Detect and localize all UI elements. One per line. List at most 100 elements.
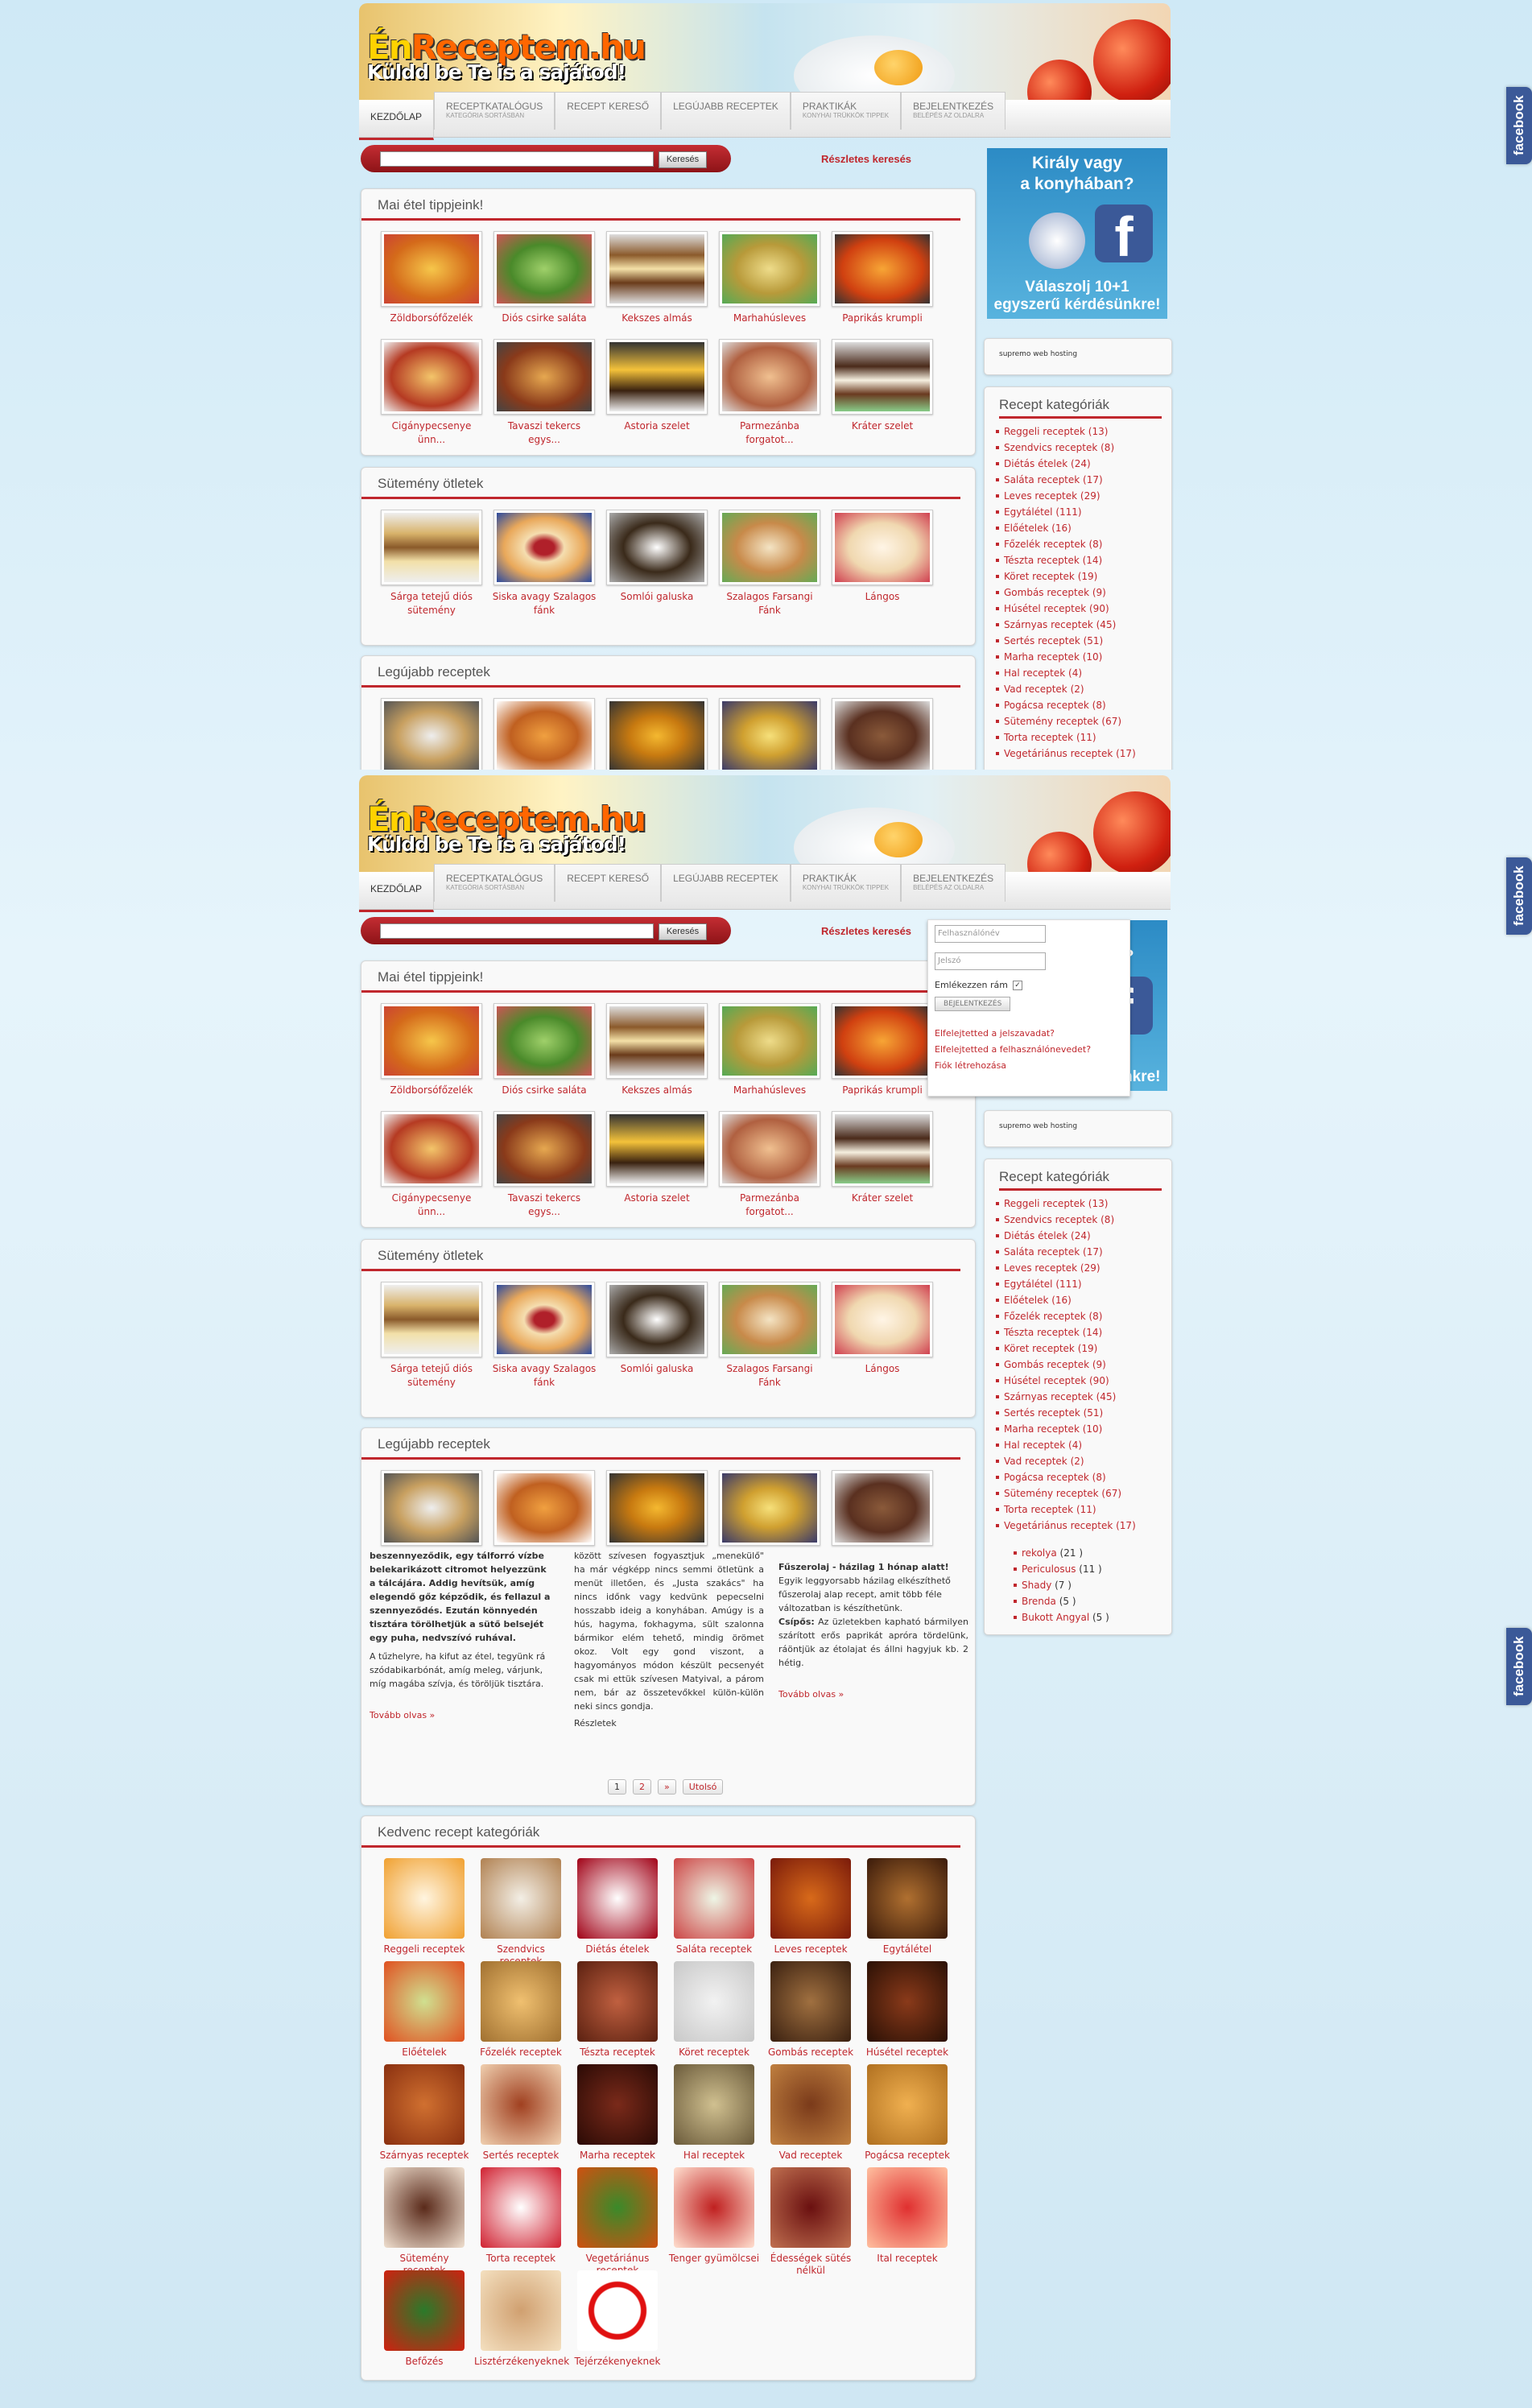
- favorite-category-card[interactable]: Befőzés: [378, 2270, 471, 2368]
- search-input[interactable]: [380, 151, 654, 167]
- favorite-category-card[interactable]: Reggeli receptek: [378, 1858, 471, 1956]
- category-link[interactable]: Gombás receptek (9): [996, 584, 1171, 601]
- recipe-card[interactable]: Szalagos Farsangi Fánk: [717, 510, 822, 617]
- category-link[interactable]: Pogácsa receptek (8): [996, 697, 1171, 713]
- nav-newest[interactable]: LEGÚJABB RECEPTEK: [661, 864, 791, 902]
- category-link[interactable]: Sütemény receptek (67): [996, 713, 1171, 729]
- recipe-card[interactable]: Sárga tetejű diós sütemény: [379, 1282, 484, 1390]
- category-link[interactable]: Vad receptek (2): [996, 681, 1171, 697]
- recipe-card[interactable]: Zöldborsófőzelék: [379, 1003, 484, 1097]
- recipe-card[interactable]: Kekszes almás: [605, 1003, 709, 1097]
- recipe-card[interactable]: Paprikás krumpli: [830, 231, 935, 325]
- recipe-card[interactable]: [717, 698, 822, 770]
- nav-login[interactable]: BEJELENTKEZÉS BELÉPÉS AZ OLDALRA: [901, 864, 1006, 902]
- category-link[interactable]: Vegetáriánus receptek (17): [996, 746, 1171, 762]
- category-link[interactable]: Sütemény receptek (67): [996, 1485, 1171, 1501]
- category-link[interactable]: Előételek (16): [996, 520, 1171, 536]
- page-2-button[interactable]: 2: [633, 1779, 651, 1795]
- forgot-username-link[interactable]: Elfelejtetted a felhasználónevedet?: [935, 1042, 1129, 1058]
- recipe-card[interactable]: Kráter szelet: [830, 339, 935, 433]
- recipe-card[interactable]: [379, 1470, 484, 1546]
- category-link[interactable]: Főzelék receptek (8): [996, 536, 1171, 552]
- search-button[interactable]: Keresés: [659, 151, 707, 168]
- category-link[interactable]: Szárnyas receptek (45): [996, 617, 1171, 633]
- top-user-item[interactable]: rekolya (21 ): [1014, 1545, 1171, 1561]
- favorite-category-card[interactable]: Köret receptek: [667, 1961, 761, 2059]
- advanced-search-link[interactable]: Részletes keresés: [821, 153, 911, 165]
- forgot-password-link[interactable]: Elfelejtetted a jelszavadat?: [935, 1026, 1129, 1042]
- advanced-search-link[interactable]: Részletes keresés: [821, 925, 911, 937]
- favorite-category-card[interactable]: Gombás receptek: [764, 1961, 857, 2059]
- details-link[interactable]: Részletek: [574, 1716, 764, 1730]
- recipe-card[interactable]: [830, 1470, 935, 1546]
- category-link[interactable]: Hal receptek (4): [996, 1437, 1171, 1453]
- recipe-card[interactable]: [605, 1470, 709, 1546]
- password-input[interactable]: Jelszó: [935, 952, 1046, 970]
- remember-me-checkbox[interactable]: ✓: [1013, 980, 1022, 990]
- category-link[interactable]: Előételek (16): [996, 1292, 1171, 1308]
- category-link[interactable]: Köret receptek (19): [996, 568, 1171, 584]
- favorite-category-card[interactable]: Vad receptek: [764, 2064, 857, 2162]
- recipe-card[interactable]: Siska avagy Szalagos fánk: [492, 1282, 597, 1390]
- favorite-category-card[interactable]: Tészta receptek: [571, 1961, 664, 2059]
- category-link[interactable]: Szendvics receptek (8): [996, 440, 1171, 456]
- favorite-category-card[interactable]: Diétás ételek: [571, 1858, 664, 1956]
- nav-tips[interactable]: PRAKTIKÁK KONYHAI TRÜKKÖK TIPPEK: [790, 864, 902, 902]
- recipe-card[interactable]: Kráter szelet: [830, 1111, 935, 1205]
- favorite-category-card[interactable]: Vegetáriánus receptek: [571, 2167, 664, 2277]
- recipe-card[interactable]: Astoria szelet: [605, 1111, 709, 1205]
- nav-home[interactable]: KEZDŐLAP: [359, 100, 435, 140]
- favorite-category-card[interactable]: Pogácsa receptek: [861, 2064, 954, 2162]
- recipe-card[interactable]: Sárga tetejű diós sütemény: [379, 510, 484, 617]
- recipe-card[interactable]: Lángos: [830, 1282, 935, 1376]
- page-1-button[interactable]: 1: [608, 1779, 626, 1795]
- recipe-card[interactable]: Tavaszi tekercs egys...: [492, 1111, 597, 1219]
- category-link[interactable]: Vegetáriánus receptek (17): [996, 1518, 1171, 1534]
- hosting-link[interactable]: supremo web hosting: [985, 339, 1171, 370]
- recipe-card[interactable]: Diós csirke saláta: [492, 1003, 597, 1097]
- favorite-category-card[interactable]: Ital receptek: [861, 2167, 954, 2265]
- category-link[interactable]: Sertés receptek (51): [996, 633, 1171, 649]
- favorite-category-card[interactable]: Előételek: [378, 1961, 471, 2059]
- favorite-category-card[interactable]: Tejérzékenyeknek: [571, 2270, 664, 2368]
- category-link[interactable]: Marha receptek (10): [996, 649, 1171, 665]
- recipe-card[interactable]: Parmezánba forgatot...: [717, 339, 822, 447]
- category-link[interactable]: Marha receptek (10): [996, 1421, 1171, 1437]
- recipe-card[interactable]: Zöldborsófőzelék: [379, 231, 484, 325]
- login-button[interactable]: BEJELENTKEZÉS: [935, 997, 1011, 1011]
- facebook-tab[interactable]: facebook: [1506, 87, 1532, 164]
- recipe-card[interactable]: Somlói galuska: [605, 1282, 709, 1376]
- category-link[interactable]: Saláta receptek (17): [996, 1244, 1171, 1260]
- read-more-link[interactable]: Tovább olvas »: [370, 1708, 555, 1722]
- favorite-category-card[interactable]: Marha receptek: [571, 2064, 664, 2162]
- recipe-card[interactable]: Szalagos Farsangi Fánk: [717, 1282, 822, 1390]
- recipe-card[interactable]: [605, 698, 709, 770]
- category-link[interactable]: Diétás ételek (24): [996, 456, 1171, 472]
- top-user-item[interactable]: Shady (7 ): [1014, 1577, 1171, 1593]
- category-link[interactable]: Reggeli receptek (13): [996, 423, 1171, 440]
- hosting-link[interactable]: supremo web hosting: [985, 1111, 1171, 1142]
- category-link[interactable]: Diétás ételek (24): [996, 1228, 1171, 1244]
- nav-catalog[interactable]: RECEPTKATALÓGUS KATEGÓRIA SORTÁSBAN: [434, 92, 555, 130]
- recipe-card[interactable]: Diós csirke saláta: [492, 231, 597, 325]
- nav-search[interactable]: RECEPT KERESŐ: [555, 92, 662, 130]
- category-link[interactable]: Hal receptek (4): [996, 665, 1171, 681]
- favorite-category-card[interactable]: Leves receptek: [764, 1858, 857, 1956]
- username-input[interactable]: Felhasználónév: [935, 925, 1046, 943]
- category-link[interactable]: Vad receptek (2): [996, 1453, 1171, 1469]
- site-logo[interactable]: ÉnReceptem.hu Küldd be Te is a sajátod!: [367, 799, 646, 856]
- recipe-card[interactable]: [379, 698, 484, 770]
- recipe-card[interactable]: Somlói galuska: [605, 510, 709, 604]
- facebook-tab[interactable]: facebook: [1506, 857, 1532, 935]
- site-logo[interactable]: ÉnReceptem.hu Küldd be Te is a sajátod!: [367, 27, 646, 84]
- create-account-link[interactable]: Fiók létrehozása: [935, 1058, 1129, 1074]
- favorite-category-card[interactable]: Hal receptek: [667, 2064, 761, 2162]
- last-page-button[interactable]: Utolsó: [682, 1779, 724, 1795]
- favorite-category-card[interactable]: Torta receptek: [474, 2167, 568, 2265]
- recipe-card[interactable]: [492, 1470, 597, 1546]
- category-link[interactable]: Húsétel receptek (90): [996, 1373, 1171, 1389]
- facebook-tab[interactable]: facebook: [1506, 1628, 1532, 1705]
- facebook-quiz-banner[interactable]: Király vagya konyhában? f Válaszolj 10+1…: [987, 148, 1167, 319]
- category-link[interactable]: Egytálétel (111): [996, 1276, 1171, 1292]
- next-page-button[interactable]: »: [658, 1779, 676, 1795]
